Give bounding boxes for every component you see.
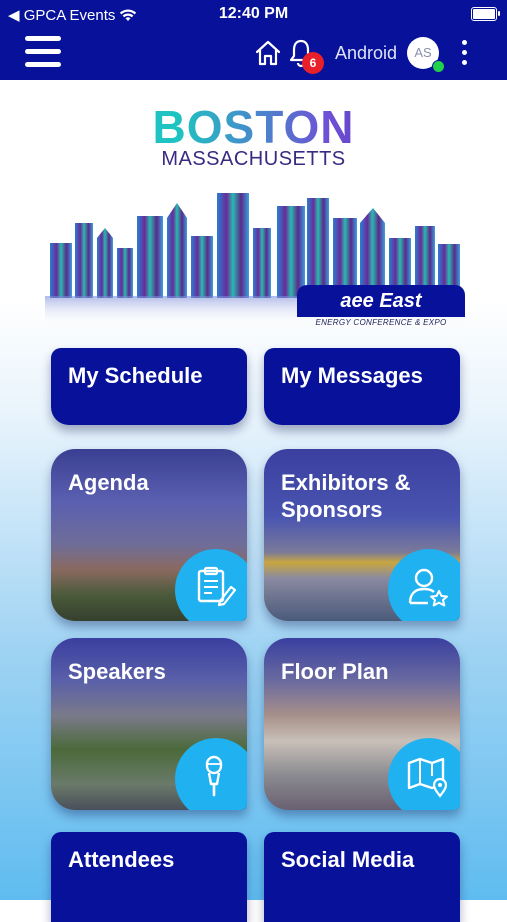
top-nav-bar: 6 Android AS	[0, 28, 507, 80]
event-banner: BOSTON MASSACHUSETTS aee East ENERGY CON…	[0, 80, 507, 335]
map-pin-icon	[388, 738, 460, 810]
notification-badge: 6	[302, 52, 324, 74]
user-star-icon	[388, 549, 460, 621]
my-schedule-label: My Schedule	[68, 363, 203, 388]
exhibitors-sponsors-label: Exhibitors & Sponsors	[281, 469, 411, 523]
floor-plan-tile[interactable]: Floor Plan	[264, 638, 460, 810]
state-subtitle: MASSACHUSETTS	[161, 148, 346, 170]
attendees-button[interactable]: Attendees	[51, 832, 247, 922]
microphone-icon	[175, 738, 247, 810]
agenda-tile[interactable]: Agenda	[51, 449, 247, 621]
speakers-tile[interactable]: Speakers	[51, 638, 247, 810]
my-messages-button[interactable]: My Messages	[264, 348, 460, 425]
social-media-button[interactable]: Social Media	[264, 832, 460, 922]
city-title: BOSTON	[0, 100, 507, 154]
status-time: 12:40 PM	[218, 5, 289, 22]
my-schedule-button[interactable]: My Schedule	[51, 348, 247, 425]
floor-plan-label: Floor Plan	[281, 659, 389, 684]
exhibitors-label-line2: Sponsors	[281, 497, 383, 522]
clipboard-icon	[175, 549, 247, 621]
my-messages-label: My Messages	[281, 363, 423, 388]
exhibitors-sponsors-tile[interactable]: Exhibitors & Sponsors	[264, 449, 460, 621]
exhibitors-label-line1: Exhibitors &	[281, 470, 411, 495]
speakers-label: Speakers	[68, 659, 166, 684]
more-options-icon[interactable]	[458, 40, 470, 68]
online-status-dot	[432, 60, 445, 73]
event-logo: aee East	[297, 285, 465, 317]
status-bar: ◀ GPCA Events 12:40 PM	[0, 0, 507, 28]
event-tagline: ENERGY CONFERENCE & EXPO	[315, 318, 447, 327]
home-icon[interactable]	[254, 40, 282, 66]
social-media-label: Social Media	[281, 847, 415, 872]
username-label[interactable]: Android	[335, 43, 397, 64]
agenda-label: Agenda	[68, 470, 149, 495]
attendees-label: Attendees	[68, 847, 175, 872]
battery-icon	[471, 7, 500, 21]
menu-icon[interactable]	[25, 36, 61, 70]
